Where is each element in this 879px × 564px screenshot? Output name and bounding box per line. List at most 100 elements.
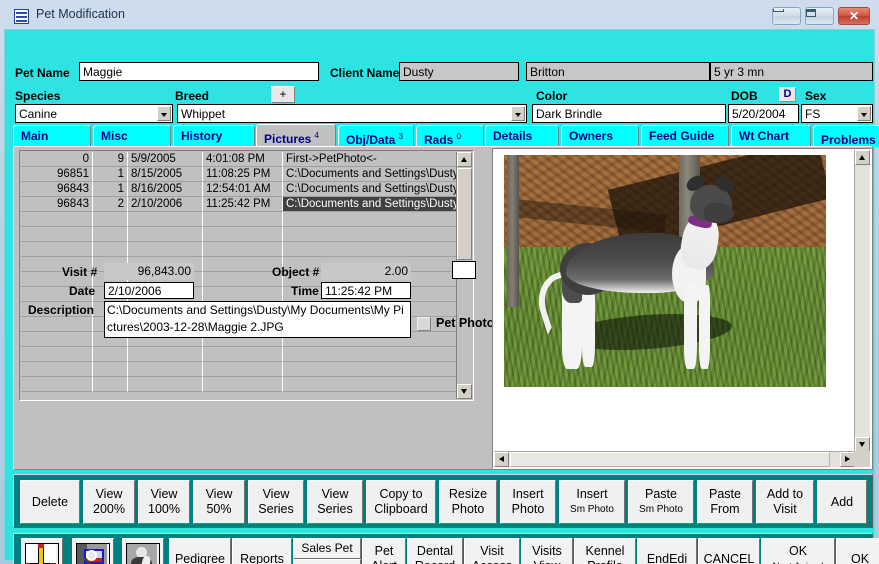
tab-pictures[interactable]: Pictures 4 <box>256 124 336 148</box>
species-select[interactable]: Canine <box>15 104 173 123</box>
table-row-empty[interactable] <box>21 242 458 257</box>
table-row[interactable]: 96843 1 8/16/2005 12:54:01 AM C:\Documents a… <box>21 182 458 197</box>
cell-time: 4:01:08 PM <box>203 152 283 167</box>
table-row-empty[interactable] <box>21 227 458 242</box>
table-row-empty[interactable] <box>21 362 458 377</box>
chevron-down-icon[interactable] <box>157 106 171 121</box>
tab-feed-guide[interactable]: Feed Guide <box>641 125 729 147</box>
pet-photo-label: Pet Photo <box>436 316 495 330</box>
table-row-empty[interactable] <box>21 377 458 392</box>
sales-pet-button[interactable]: Sales Pet <box>293 538 361 559</box>
pet-name-input[interactable]: Maggie <box>79 62 319 81</box>
photo-scroll-right-button[interactable] <box>840 452 855 467</box>
minimize-button[interactable] <box>772 7 801 25</box>
photo-scroll-thumb[interactable] <box>510 452 830 467</box>
client-first-name-field[interactable]: Dusty <box>399 62 519 81</box>
button-label-line2: Profile <box>587 559 622 564</box>
scroll-thumb[interactable] <box>457 168 472 260</box>
edit-pad-icon-button[interactable] <box>21 538 63 564</box>
view-series-button[interactable]: View Series <box>248 480 304 524</box>
tab-problems[interactable]: Problems1 <box>813 125 879 147</box>
pet-alert-button[interactable]: PetAlert <box>362 538 406 564</box>
person-icon-button[interactable] <box>122 538 164 564</box>
resize-photo-button[interactable]: Resize Photo <box>439 480 497 524</box>
delete-button[interactable]: Delete <box>20 480 80 524</box>
cell-empty <box>128 347 203 362</box>
add-button[interactable]: Add <box>817 480 867 524</box>
cell-empty <box>128 227 203 242</box>
tab-rads[interactable]: Rads 0 <box>416 125 484 147</box>
view-series-button[interactable]: View Series <box>307 480 363 524</box>
color-input[interactable]: Dark Brindle <box>532 104 726 123</box>
kennel-profile-button[interactable]: KennelProfile <box>574 538 636 564</box>
chevron-down-icon[interactable] <box>511 106 525 121</box>
photo-viewer[interactable] <box>492 148 872 469</box>
view-100--button[interactable]: View 100% <box>138 480 190 524</box>
paste-sm-photo-button[interactable]: Paste Sm Photo <box>628 480 694 524</box>
photo-scroll-up-button[interactable] <box>855 150 870 165</box>
photo-scroll-left-button[interactable] <box>494 452 509 467</box>
button-label-line1: Copy to <box>379 487 423 501</box>
table-row-empty[interactable] <box>21 212 458 227</box>
cancel-button[interactable]: CANCEL <box>698 538 760 564</box>
thumbnail-preview-box <box>452 261 476 279</box>
table-row-empty[interactable] <box>21 347 458 362</box>
dob-input[interactable]: 5/20/2004 <box>728 104 799 123</box>
time-input[interactable]: 11:25:42 PM <box>321 282 411 299</box>
tab-history[interactable]: History <box>173 125 255 147</box>
tab-main[interactable]: Main <box>13 125 91 147</box>
view-50--button[interactable]: View 50% <box>193 480 245 524</box>
tab-wt-chart[interactable]: Wt Chart <box>731 125 811 147</box>
dob-d-button[interactable]: D <box>779 87 796 102</box>
dental-record-button[interactable]: DentalRecord <box>407 538 463 564</box>
photo-scroll-down-button[interactable] <box>855 437 870 452</box>
maximize-button[interactable] <box>805 7 834 25</box>
date-input[interactable]: 2/10/2006 <box>104 282 194 299</box>
cell-empty <box>93 377 128 392</box>
endedi-button[interactable]: EndEdi <box>637 538 697 564</box>
tab-misc[interactable]: Misc <box>93 125 171 147</box>
view-200--button[interactable]: View 200% <box>83 480 135 524</box>
cell-empty <box>93 347 128 362</box>
photo-magnifier-icon-button[interactable] <box>72 538 114 564</box>
insert-photo-button[interactable]: Insert Photo <box>500 480 556 524</box>
client-last-name-field[interactable]: Britton <box>526 62 710 81</box>
cell-empty <box>21 242 93 257</box>
breed-select[interactable]: Whippet <box>177 104 527 123</box>
person-icon <box>126 543 160 564</box>
ok-next-animal-button[interactable]: OKNext Animal <box>761 538 835 564</box>
close-button[interactable]: ✕ <box>838 7 870 25</box>
tab-details[interactable]: Details <box>485 125 559 147</box>
cell-obj: 9 <box>93 152 128 167</box>
pedigree-button[interactable]: Pedigree <box>169 538 231 564</box>
pet-photo-checkbox[interactable] <box>417 317 431 331</box>
photo-vertical-scrollbar[interactable] <box>854 150 870 452</box>
copy-to-clipboard-button[interactable]: Copy to Clipboard <box>366 480 436 524</box>
sex-select[interactable]: FS <box>801 104 873 123</box>
scroll-down-button[interactable] <box>457 384 472 399</box>
ok-button[interactable]: OK <box>836 538 879 564</box>
button-label-line1: Paste <box>709 487 741 501</box>
table-row[interactable]: 0 9 5/9/2005 4:01:08 PM First->PetPhoto<- <box>21 152 458 167</box>
chevron-down-icon[interactable] <box>857 106 871 121</box>
description-label: Description <box>28 303 95 317</box>
tab-owners[interactable]: Owners <box>561 125 639 147</box>
scroll-up-button[interactable] <box>457 152 472 167</box>
insert-sm-photo-button[interactable]: Insert Sm Photo <box>559 480 625 524</box>
visit-access-button[interactable]: VisitAccess <box>464 538 520 564</box>
photo-horizontal-scrollbar[interactable] <box>494 451 855 467</box>
table-row[interactable]: 96843 2 2/10/2006 11:25:42 PM C:\Documents a… <box>21 197 458 212</box>
pet-modification-window: Pet Modification ✕ Pet Name Maggie Clien… <box>0 0 879 564</box>
paste-from-button[interactable]: Paste From <box>697 480 753 524</box>
table-row[interactable]: 96851 1 8/15/2005 11:08:25 PM C:\Documents a… <box>21 167 458 182</box>
tab-label: Wt Chart <box>739 129 789 143</box>
add-to-visit-button[interactable]: Add to Visit <box>756 480 814 524</box>
reports-button[interactable]: Reports <box>232 538 292 564</box>
tab-label: Feed Guide <box>649 129 715 143</box>
visits-view-button[interactable]: VisitsView <box>521 538 573 564</box>
pet-photo-image <box>504 155 826 387</box>
sales-button[interactable]: Sales <box>293 559 361 564</box>
add-breed-button[interactable]: + <box>271 86 295 103</box>
description-input[interactable]: C:\Documents and Settings\Dusty\My Docum… <box>104 301 411 338</box>
tab-obj-data[interactable]: Obj/Data 3 <box>338 125 414 147</box>
